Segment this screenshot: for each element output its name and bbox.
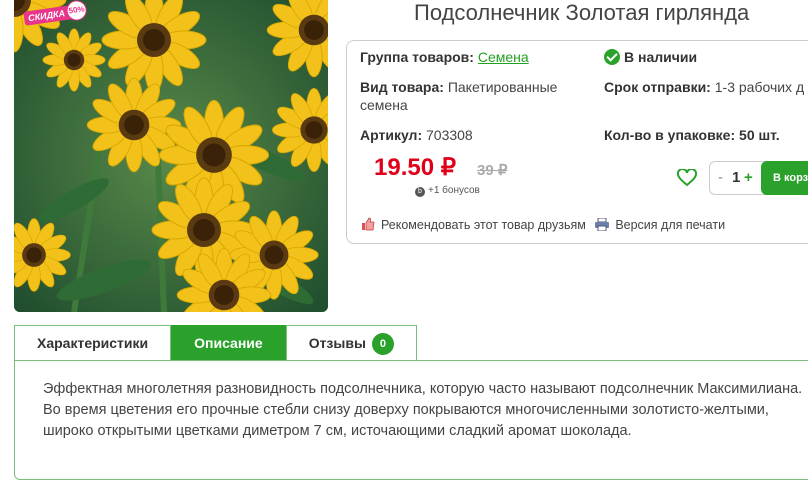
product-description: Эффектная многолетняя разновидность подс…	[43, 381, 803, 439]
tab-characteristics[interactable]: Характеристики	[14, 325, 172, 360]
type-value-cont: семена	[360, 97, 408, 113]
qty-plus-button[interactable]: +	[744, 169, 753, 186]
product-image[interactable]: СКИДКА 50%	[14, 0, 328, 312]
tab-reviews-label: Отзывы	[308, 335, 366, 351]
tab-bar: Характеристики Описание Отзывы 0	[14, 325, 417, 361]
availability-status: В наличии	[604, 48, 697, 66]
tab-characteristics-label: Характеристики	[37, 335, 149, 351]
tab-reviews[interactable]: Отзывы 0	[285, 325, 417, 360]
product-info-box: Группа товаров: Семена В наличии Вид тов…	[346, 40, 808, 244]
recommend-text: Рекомендовать этот товар друзьям	[381, 218, 586, 232]
type-label: Вид товара:	[360, 79, 444, 95]
bonus-text: +1 бонусов	[428, 185, 480, 196]
qty-value[interactable]: 1	[732, 169, 740, 186]
sku-row: Артикул: 703308	[360, 126, 473, 144]
old-price: 39 ₽	[477, 162, 508, 179]
tab-description[interactable]: Описание	[171, 325, 286, 360]
availability-text: В наличии	[624, 49, 698, 65]
printer-icon	[595, 217, 610, 234]
type-value: Пакетированные	[447, 79, 558, 95]
pack-label: Кол-во в упаковке:	[604, 127, 736, 143]
current-price: 19.50 ₽	[374, 154, 456, 181]
sku-label: Артикул:	[360, 127, 423, 143]
ship-label: Срок отправки:	[604, 79, 711, 95]
tab-description-label: Описание	[194, 335, 263, 351]
product-title: Подсолнечник Золотая гирлянда	[414, 0, 750, 25]
bonus-icon: b	[415, 187, 425, 197]
product-tabs: Характеристики Описание Отзывы 0 Эффектна…	[14, 325, 808, 481]
type-row: Вид товара: Пакетированные семена	[360, 78, 557, 114]
sunflower-photo	[14, 0, 328, 312]
thumbs-up-icon	[361, 217, 375, 234]
group-link[interactable]: Семена	[478, 49, 529, 65]
qty-minus-button[interactable]: -	[718, 169, 723, 186]
add-to-cart-button[interactable]: В корз	[761, 161, 808, 195]
recommend-link[interactable]: Рекомендовать этот товар друзьям	[361, 217, 589, 234]
print-link[interactable]: Версия для печати	[595, 217, 726, 234]
print-text: Версия для печати	[615, 218, 726, 232]
bonus-info: b +1 бонусов	[415, 185, 480, 197]
ship-value: 1-3 рабочих д	[714, 79, 805, 95]
ship-row: Срок отправки: 1-3 рабочих д	[604, 78, 804, 96]
check-icon	[604, 49, 620, 65]
sku-value: 703308	[426, 127, 473, 143]
group-row: Группа товаров: Семена	[360, 48, 529, 66]
action-links: Рекомендовать этот товар друзьям Версия …	[361, 217, 725, 234]
pack-row: Кол-во в упаковке: 50 шт.	[604, 126, 780, 144]
reviews-count-badge: 0	[371, 333, 394, 355]
heart-icon	[677, 167, 697, 187]
tab-panel: Эффектная многолетняя разновидность подс…	[14, 360, 808, 480]
favorite-button[interactable]	[677, 167, 697, 191]
pack-value: 50 шт.	[739, 127, 780, 143]
group-label: Группа товаров:	[360, 49, 474, 65]
